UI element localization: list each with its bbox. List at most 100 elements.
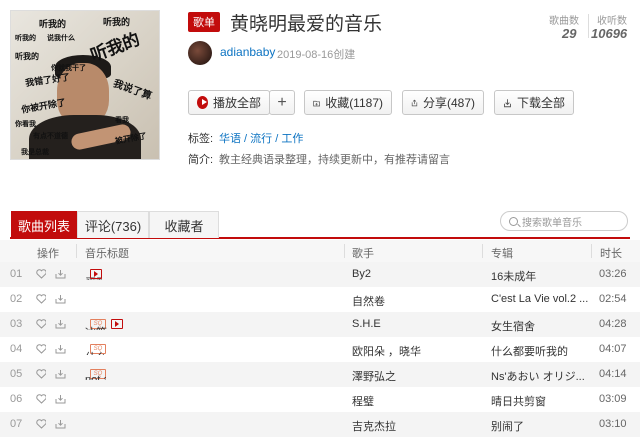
cover-text: 我说了算: [111, 78, 153, 103]
creator-name-link[interactable]: adianbaby: [220, 45, 275, 59]
col-title: 音乐标题: [85, 248, 129, 260]
table-row[interactable]: 06你们程璧晴日共剪窗03:09: [0, 387, 640, 412]
heart-icon[interactable]: [36, 269, 46, 279]
album-link[interactable]: 什么都要听我的: [491, 343, 568, 359]
table-row[interactable]: 01 买买买 (电影《精舞门》插曲) By2 16未成年 03:26: [0, 262, 640, 287]
heart-icon[interactable]: [36, 344, 46, 354]
cover-text: 听我的: [103, 17, 131, 27]
track-number: 01: [10, 268, 23, 280]
share-label: 分享(487): [422, 96, 475, 110]
cover-text: 我是总裁: [21, 149, 49, 156]
song-title-link[interactable]: 冰箱: [85, 324, 107, 330]
col-duration: 时长: [600, 248, 622, 260]
col-divider: [482, 244, 483, 258]
play-icon: [197, 96, 208, 109]
table-row[interactable]: 07别闹了吉克杰拉别闹了03:10: [0, 412, 640, 437]
intro-label: 简介:: [188, 154, 214, 166]
collect-button[interactable]: 收藏(1187): [304, 90, 392, 115]
cover-text: 说我什么: [47, 35, 75, 42]
song-title-cell: not at allSQ: [85, 368, 106, 380]
cover-text: 听我的: [15, 52, 39, 61]
download-icon[interactable]: [55, 269, 66, 279]
heart-icon[interactable]: [36, 319, 46, 329]
album-link[interactable]: C'est La Vie vol.2 ...: [491, 293, 588, 305]
download-icon[interactable]: [55, 294, 66, 304]
track-number: 07: [10, 418, 23, 430]
col-divider: [344, 244, 345, 258]
mv-icon[interactable]: [111, 319, 123, 330]
creator-avatar[interactable]: [188, 41, 212, 65]
table-row[interactable]: 03 冰箱SQ S.H.E 女生宿舍 04:28: [0, 312, 640, 337]
play-count: 10696: [591, 26, 628, 41]
cover-text: 听我的: [87, 29, 143, 66]
table-header: 操作 音乐标题 歌手 专辑 时长: [0, 240, 640, 263]
track-duration: 04:28: [599, 318, 627, 330]
download-icon[interactable]: [55, 394, 66, 404]
share-icon: [411, 99, 418, 106]
download-icon[interactable]: [55, 344, 66, 354]
album-link[interactable]: 晴日共剪窗: [491, 393, 546, 409]
col-album: 专辑: [491, 248, 513, 260]
song-search-input[interactable]: 搜索歌单音乐: [500, 211, 628, 231]
col-actions: 操作: [37, 248, 59, 260]
artist-link[interactable]: S.H.E: [352, 318, 381, 330]
play-all-button[interactable]: 播放全部: [188, 90, 270, 115]
artist-link[interactable]: 自然卷: [352, 293, 385, 309]
tab-collectors[interactable]: 收藏者: [149, 211, 219, 238]
share-button[interactable]: 分享(487): [402, 90, 484, 115]
artist-link[interactable]: 程璧: [352, 393, 374, 409]
heart-icon[interactable]: [36, 369, 46, 379]
search-placeholder: 搜索歌单音乐: [522, 217, 582, 229]
col-artist: 歌手: [352, 248, 374, 260]
artist-link[interactable]: 澤野弘之: [352, 368, 396, 384]
track-number: 06: [10, 393, 23, 405]
download-icon[interactable]: [55, 369, 66, 379]
song-title-cell: 冰箱SQ: [85, 318, 123, 330]
col-divider: [591, 244, 592, 258]
play-count-label: 收听数: [597, 16, 627, 27]
album-link[interactable]: 别闹了: [491, 418, 524, 434]
playlist-title: 黄晓明最爱的音乐: [230, 14, 383, 35]
track-duration: 04:14: [599, 368, 627, 380]
col-divider: [76, 244, 77, 258]
heart-icon[interactable]: [36, 419, 46, 429]
track-duration: 04:07: [599, 343, 627, 355]
heart-icon[interactable]: [36, 294, 46, 304]
cover-text: 有点不道德: [33, 133, 68, 140]
playlist-description: 教主经典语录整理，持续更新中，有推荐请留言: [219, 154, 450, 166]
song-title-link[interactable]: not at all: [85, 374, 106, 380]
playlist-cover: 听我的 听我的 听我的 说我什么 听我的 你被开除了 我错了好了 你就我干了 我…: [10, 10, 160, 160]
search-icon: [509, 216, 518, 226]
table-row[interactable]: 05 not at allSQ 澤野弘之 Ns'あおい オリジ... 04:14: [0, 362, 640, 387]
album-link[interactable]: 女生宿舍: [491, 318, 535, 334]
playlist-badge: 歌单: [188, 12, 220, 32]
add-to-queue-button[interactable]: +: [269, 90, 295, 115]
artist-link[interactable]: By2: [352, 268, 371, 280]
tags-links[interactable]: 华语 / 流行 / 工作: [219, 130, 303, 146]
stat-divider: [588, 14, 589, 38]
track-number: 03: [10, 318, 23, 330]
download-icon[interactable]: [55, 319, 66, 329]
song-title-cell: 买买买 (电影《精舞门》插曲): [85, 268, 102, 280]
download-all-button[interactable]: 下载全部: [494, 90, 574, 115]
track-duration: 03:26: [599, 268, 627, 280]
play-all-label: 播放全部: [212, 96, 261, 110]
album-link[interactable]: Ns'あおい オリジ...: [491, 368, 585, 384]
cover-text: 你看我: [15, 121, 36, 128]
album-link[interactable]: 16未成年: [491, 268, 536, 284]
tab-comments[interactable]: 评论(736): [77, 211, 149, 238]
download-icon[interactable]: [55, 419, 66, 429]
artist-link[interactable]: 吉克杰拉: [352, 418, 396, 434]
folder-add-icon: [313, 100, 320, 106]
mv-icon[interactable]: [90, 269, 102, 280]
artist-link[interactable]: 欧阳朵 ，晓华: [352, 343, 421, 359]
track-duration: 03:10: [599, 418, 627, 430]
table-row[interactable]: 02买自然卷C'est La Vie vol.2 ...02:54: [0, 287, 640, 312]
table-row[interactable]: 04 什么都要听我的SQ 欧阳朵 ，晓华 什么都要听我的 04:07: [0, 337, 640, 362]
track-duration: 02:54: [599, 293, 627, 305]
heart-icon[interactable]: [36, 394, 46, 404]
song-title-link[interactable]: 什么都要听我的: [85, 349, 106, 355]
download-icon: [504, 98, 511, 107]
song-count-label: 歌曲数: [549, 16, 579, 27]
tab-song-list[interactable]: 歌曲列表: [11, 211, 77, 238]
